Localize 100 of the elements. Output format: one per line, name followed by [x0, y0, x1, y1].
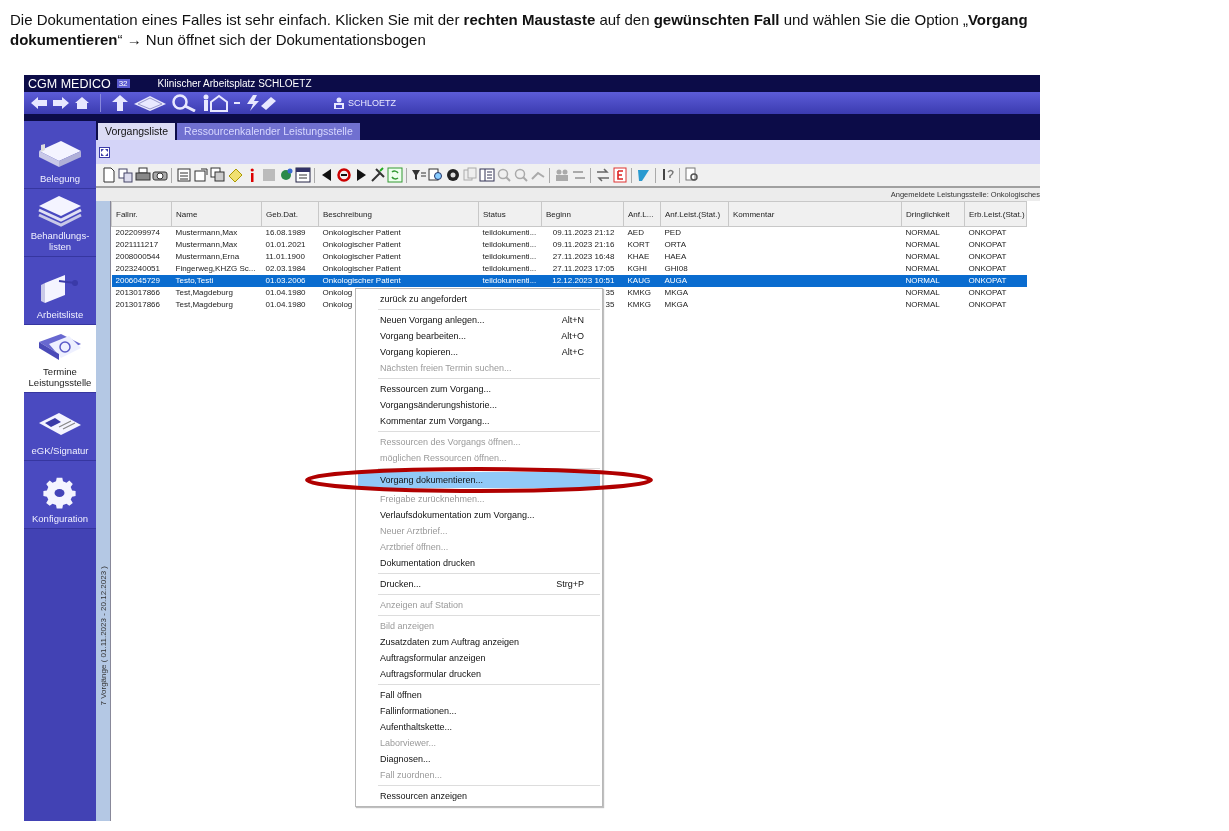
column-header[interactable]: Beginn: [541, 201, 624, 227]
table-cell[interactable]: 35: [605, 300, 615, 309]
table-cell[interactable]: 35: [605, 288, 615, 297]
table-cell[interactable]: ONKOPAT: [968, 252, 1007, 261]
menu-item[interactable]: Diagnosen...: [358, 751, 600, 767]
table-cell[interactable]: KHAE: [627, 252, 650, 261]
menu-item[interactable]: Auftragsformular anzeigen: [358, 650, 600, 666]
table-cell[interactable]: Onkologischer Patient: [318, 274, 479, 287]
table-cell[interactable]: 27.11.2023 17:05: [552, 264, 615, 273]
e-form-icon[interactable]: [611, 167, 628, 183]
table-cell[interactable]: 11.01.1900: [265, 252, 305, 261]
menu-item[interactable]: Fallinformationen...: [358, 703, 600, 719]
tools-icon[interactable]: [369, 167, 386, 183]
menu-item[interactable]: Dokumentation drucken: [358, 555, 600, 571]
table-cell[interactable]: ONKOPAT: [968, 240, 1007, 249]
calendar-window-icon[interactable]: [294, 167, 311, 183]
menu-item[interactable]: Vorgang bearbeiten... Alt+O: [358, 328, 600, 344]
copy-icon[interactable]: [117, 167, 134, 183]
stop-icon[interactable]: [335, 167, 352, 183]
column-header[interactable]: Dringlichkeit: [901, 201, 965, 227]
table-cell[interactable]: Testo,Testi: [171, 274, 262, 287]
table-cell[interactable]: NORMAL: [901, 274, 965, 287]
table-cell[interactable]: MKGA: [664, 288, 689, 297]
menu-item[interactable]: Verlaufsdokumentation zum Vorgang...: [358, 507, 600, 523]
table-cell[interactable]: 2022099974: [115, 228, 160, 238]
table-cell[interactable]: 2021111217: [115, 240, 159, 249]
person-door-icon[interactable]: [201, 94, 229, 112]
table-cell[interactable]: 2006045729: [111, 274, 172, 287]
table-cell[interactable]: ORTA: [664, 240, 686, 249]
expand-icon[interactable]: [99, 146, 110, 158]
table-cell[interactable]: Onkolog: [322, 288, 353, 297]
table-cell[interactable]: NORMAL: [905, 228, 940, 238]
table-cell[interactable]: 09.11.2023 21:16: [552, 240, 615, 249]
table-cell[interactable]: teildokumenti...: [482, 264, 537, 273]
table-cell[interactable]: KAUG: [623, 274, 661, 287]
table-cell[interactable]: GHI08: [664, 264, 688, 273]
table-cell[interactable]: Mustermann,Max: [175, 240, 238, 249]
printer-icon[interactable]: [134, 167, 151, 183]
column-header[interactable]: Name: [171, 201, 262, 227]
table-cell[interactable]: ONKOPAT: [968, 288, 1007, 297]
table-cell[interactable]: ONKOPAT: [968, 228, 1007, 238]
table-cell[interactable]: KMKG: [627, 300, 652, 309]
menu-item[interactable]: Aufenthaltskette...: [358, 719, 600, 735]
table-cell[interactable]: NORMAL: [905, 300, 940, 309]
left-arrow-icon[interactable]: [30, 96, 48, 110]
search-icon[interactable]: [171, 94, 197, 112]
table-cell[interactable]: Onkolog: [322, 300, 353, 309]
table-cell[interactable]: teildokumenti...: [482, 252, 537, 261]
column-header[interactable]: Erb.Leist.(Stat.): [964, 201, 1027, 227]
menu-item[interactable]: Fall öffnen: [358, 687, 600, 703]
note-icon[interactable]: [226, 167, 243, 183]
table-cell[interactable]: 12.12.2023 10:51: [541, 274, 624, 287]
table-cell[interactable]: NORMAL: [905, 288, 940, 297]
table-cell[interactable]: 01.03.2006: [261, 274, 319, 287]
column-header[interactable]: Status: [478, 201, 542, 227]
table-cell[interactable]: KORT: [627, 240, 650, 249]
table-cell[interactable]: Mustermann,Max: [175, 228, 238, 238]
column-header[interactable]: Kommentar: [728, 201, 902, 227]
table-cell[interactable]: Test,Magdeburg: [175, 300, 233, 309]
sidebar-item[interactable]: Termine Leistungsstelle: [24, 325, 96, 393]
up-arrow-icon[interactable]: [111, 94, 129, 112]
list-icon[interactable]: [175, 167, 192, 183]
sidebar-item[interactable]: eGK/Signatur: [24, 393, 96, 461]
column-header[interactable]: Geb.Dat.: [261, 201, 319, 227]
table-cell[interactable]: Onkologischer Patient: [322, 228, 401, 238]
menu-item[interactable]: Vorgang dokumentieren...: [358, 472, 600, 488]
table-cell[interactable]: Onkologischer Patient: [322, 240, 401, 249]
table-cell[interactable]: 2013017866: [115, 288, 160, 297]
table-cell[interactable]: AUGA: [660, 274, 729, 287]
sidebar-item[interactable]: Konfiguration: [24, 461, 96, 529]
table-cell[interactable]: teildokumenti...: [482, 228, 537, 238]
stacked-pages-icon[interactable]: [209, 167, 226, 183]
table-cell[interactable]: 2008000544: [115, 252, 160, 261]
sidebar-item[interactable]: Belegung: [24, 121, 96, 189]
search-list-icon[interactable]: [427, 167, 444, 183]
pen-icon[interactable]: [635, 167, 652, 183]
right-arrow-icon[interactable]: [52, 96, 70, 110]
column-header[interactable]: Fallnr.: [111, 201, 172, 227]
filter-icon[interactable]: [410, 167, 427, 183]
search-page-icon[interactable]: [683, 167, 700, 183]
table-cell[interactable]: NORMAL: [905, 252, 940, 261]
menu-item[interactable]: Neuen Vorgang anlegen... Alt+N: [358, 312, 600, 328]
menu-item[interactable]: zurück zu angefordert: [358, 291, 600, 307]
table-cell[interactable]: KGHI: [627, 264, 648, 273]
table-cell[interactable]: teildokumenti...: [482, 240, 537, 249]
document-icon[interactable]: [100, 167, 117, 183]
home-icon[interactable]: [74, 96, 90, 110]
table-cell[interactable]: 2013017866: [115, 300, 160, 309]
tab[interactable]: Vorgangsliste: [98, 123, 176, 140]
lightning-icon[interactable]: [245, 94, 277, 112]
sidebar-item[interactable]: Behandlungs-listen: [24, 189, 96, 257]
table-cell[interactable]: 2023240051: [115, 264, 160, 273]
table-cell[interactable]: Onkologischer Patient: [322, 264, 401, 273]
table-cell[interactable]: 01.04.1980: [265, 288, 306, 297]
column-header[interactable]: Anf.L...: [623, 201, 661, 227]
menu-item[interactable]: Vorgang kopieren... Alt+C: [358, 344, 600, 360]
table-cell[interactable]: 01.01.2021: [265, 240, 306, 249]
table-cell[interactable]: 01.04.1980: [265, 300, 306, 309]
column-header[interactable]: Beschreibung: [318, 201, 479, 227]
table-cell[interactable]: ONKOPAT: [964, 274, 1027, 287]
